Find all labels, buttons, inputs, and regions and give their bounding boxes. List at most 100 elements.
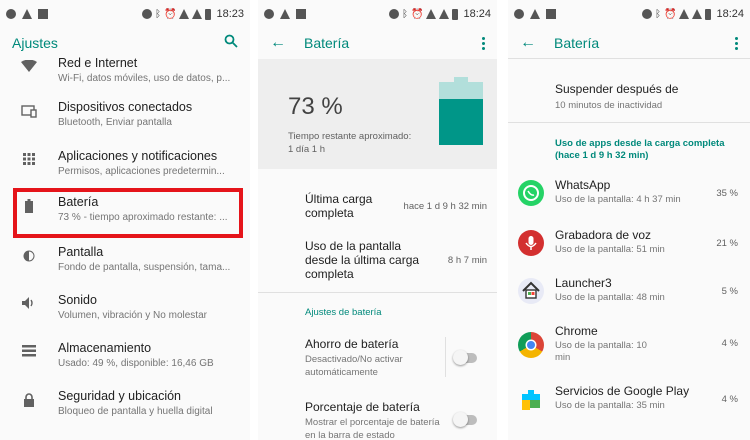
battery-icon	[452, 8, 459, 20]
app-usage: Uso de la pantalla: 48 min	[555, 292, 665, 303]
screen-separator	[497, 0, 508, 440]
bluetooth-icon: ᛒ	[402, 8, 409, 20]
last-full-charge-row: Última carga completa hace 1 d 9 h 32 mi…	[305, 188, 487, 224]
wifi-icon	[426, 9, 437, 19]
divider	[445, 337, 446, 377]
status-bar: ᛒ ⏰ 18:24	[258, 0, 497, 28]
item-subtitle: Permisos, aplicaciones predetermin...	[58, 166, 225, 177]
battery-icon	[205, 8, 212, 20]
status-bar: ᛒ ⏰ 18:23	[0, 0, 250, 28]
page-title: Ajustes	[12, 35, 58, 51]
time-remaining-label: Tiempo restante aproximado:	[288, 131, 412, 142]
time-remaining: Tiempo restante aproximado: 1 día 1 h	[288, 130, 438, 156]
image-notification-icon	[546, 9, 556, 19]
settings-item-storage[interactable]: Almacenamiento Usado: 49 %, disponible: …	[0, 337, 250, 385]
settings-item-network[interactable]: Red e Internet Wi-Fi, datos móviles, uso…	[0, 52, 250, 100]
item-subtitle: Fondo de pantalla, suspensión, tama...	[58, 262, 231, 273]
app-bar-shadow	[508, 58, 750, 59]
clock: 18:24	[463, 8, 491, 20]
data-saver-icon	[142, 9, 153, 19]
storage-icon	[0, 337, 58, 357]
volume-icon	[0, 289, 58, 309]
alarm-icon: ⏰	[664, 8, 677, 20]
item-title: Pantalla	[58, 245, 104, 259]
item-subtitle: Wi-Fi, datos móviles, uso de datos, p...	[58, 73, 231, 84]
item-title: Aplicaciones y notificaciones	[58, 149, 218, 163]
home-icon	[518, 278, 544, 304]
alarm-icon: ⏰	[411, 8, 424, 20]
app-usage: Uso de la pantalla: 35 min	[555, 400, 665, 411]
battery-level-graphic	[439, 77, 483, 145]
battery-screen: ᛒ ⏰ 18:24 ← Batería 73 % Tiempo restante…	[258, 0, 497, 440]
app-bar: ← Batería	[508, 28, 750, 58]
wifi-icon	[0, 52, 58, 72]
settings-item-sound[interactable]: Sonido Volumen, vibración y No molestar	[0, 289, 250, 337]
back-arrow-icon[interactable]: ←	[520, 34, 536, 52]
item-subtitle: Bluetooth, Enviar pantalla	[58, 117, 172, 128]
app-name: WhatsApp	[555, 178, 611, 192]
app-battery-percent: 21 %	[716, 238, 738, 249]
item-title: Dispositivos conectados	[58, 100, 193, 114]
app-usage: Uso de la pantalla: 4 h 37 min	[555, 194, 681, 205]
settings-item-security[interactable]: Seguridad y ubicación Bloqueo de pantall…	[0, 385, 250, 433]
app-usage: Uso de la pantalla: 10 min	[555, 340, 647, 363]
setting-subtitle: Mostrar el porcentaje de batería en la b…	[305, 417, 440, 440]
more-options-icon[interactable]	[482, 36, 485, 50]
microphone-icon	[518, 230, 544, 256]
last-charge-value: hace 1 d 9 h 32 min	[403, 200, 487, 212]
devices-icon	[0, 96, 58, 118]
settings-item-display[interactable]: Pantalla Fondo de pantalla, suspensión, …	[0, 241, 250, 289]
item-title: Almacenamiento	[58, 341, 152, 355]
app-name: Chrome	[555, 324, 598, 338]
setting-subtitle: Desactivado/No activar automáticamente	[305, 354, 403, 378]
battery-percent: 73 %	[288, 93, 343, 120]
sleep-setting[interactable]: Suspender después de 10 minutos de inact…	[555, 82, 678, 111]
item-title: Seguridad y ubicación	[58, 389, 181, 403]
battery-usage-screen: ᛒ ⏰ 18:24 ← Batería Suspender después de…	[508, 0, 750, 440]
screen-usage-label: Uso de la pantalla desde la última carga…	[305, 239, 420, 281]
brightness-icon	[0, 241, 58, 263]
lock-icon	[0, 385, 58, 407]
highlight-box	[13, 188, 243, 238]
puzzle-piece-icon	[518, 386, 544, 412]
screen-usage-row: Uso de la pantalla desde la última carga…	[305, 236, 487, 284]
section-title: Ajustes de batería	[305, 307, 382, 318]
app-name: Grabadora de voz	[555, 228, 652, 242]
signal-icon	[192, 9, 203, 19]
battery-percentage-toggle[interactable]	[453, 412, 477, 427]
screen-separator	[250, 0, 258, 440]
apps-grid-icon	[0, 145, 58, 165]
settings-item-apps[interactable]: Aplicaciones y notificaciones Permisos, …	[0, 145, 250, 193]
time-remaining-value: 1 día 1 h	[288, 144, 325, 155]
signal-icon	[692, 9, 703, 19]
app-usage: Uso de la pantalla: 51 min	[555, 244, 665, 255]
setting-subtitle: 10 minutos de inactividad	[555, 100, 663, 111]
more-options-icon[interactable]	[735, 36, 738, 50]
app-battery-percent: 4 %	[721, 394, 738, 405]
battery-fill	[439, 99, 483, 145]
bluetooth-icon: ᛒ	[655, 8, 662, 20]
app-battery-percent: 5 %	[721, 286, 738, 297]
settings-item-connected-devices[interactable]: Dispositivos conectados Bluetooth, Envia…	[0, 96, 250, 144]
back-arrow-icon[interactable]: ←	[270, 34, 286, 52]
alarm-icon: ⏰	[164, 8, 177, 20]
item-subtitle: Volumen, vibración y No molestar	[58, 310, 207, 321]
search-icon[interactable]	[224, 34, 238, 52]
battery-summary: 73 % Tiempo restante aproximado: 1 día 1…	[258, 59, 497, 169]
setting-title: Ahorro de batería	[305, 337, 399, 351]
app-name: Launcher3	[555, 276, 612, 290]
page-title: Batería	[304, 35, 350, 51]
notification-icon	[530, 9, 540, 19]
divider	[508, 122, 750, 123]
notification-icon	[514, 9, 524, 19]
notification-icon	[6, 9, 16, 19]
wifi-icon	[679, 9, 690, 19]
page-title: Batería	[554, 35, 600, 51]
clock: 18:24	[716, 8, 744, 20]
item-subtitle: Bloqueo de pantalla y huella digital	[58, 406, 213, 417]
notification-icon	[264, 9, 274, 19]
divider	[258, 292, 497, 293]
battery-saver-toggle[interactable]	[453, 350, 477, 365]
bluetooth-icon: ᛒ	[155, 8, 162, 20]
clock: 18:23	[216, 8, 244, 20]
